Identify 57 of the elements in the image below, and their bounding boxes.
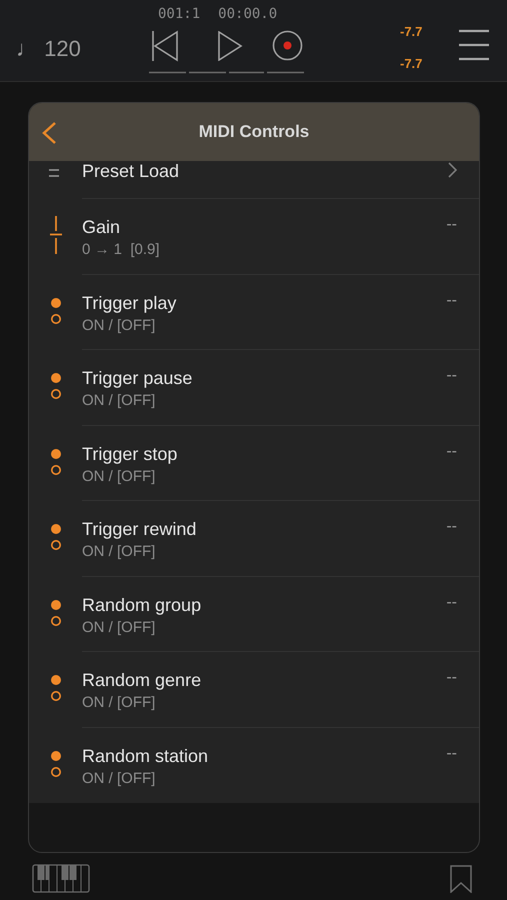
control-row[interactable]: Random group ON / [OFF] --: [29, 576, 479, 652]
level-reading: -7.7: [400, 54, 422, 72]
control-range: ON / [OFF]: [82, 391, 156, 411]
control-range: ON / [OFF]: [82, 316, 156, 336]
toggle-icon: [50, 296, 62, 324]
assignment-value: --: [446, 592, 457, 612]
fader-icon: [50, 216, 62, 254]
control-row[interactable]: Trigger rewind ON / [OFF] --: [29, 501, 479, 576]
piano-icon[interactable]: [32, 864, 90, 893]
control-row[interactable]: Gain 0 → 1 [0.9] --: [29, 199, 479, 274]
chevron-right-icon: [448, 162, 457, 178]
control-range: ON / [OFF]: [82, 466, 156, 486]
toggle-icon: [50, 674, 62, 702]
control-range: ON / [OFF]: [82, 693, 156, 713]
control-label: Preset Load: [82, 160, 180, 183]
control-row[interactable]: Trigger stop ON / [OFF] --: [29, 426, 479, 501]
toggle-icon: [50, 598, 62, 626]
control-range: ON / [OFF]: [82, 768, 156, 788]
time-display: 00:00.0: [218, 5, 278, 24]
assignment-value: --: [446, 366, 457, 386]
assignment-value: --: [446, 215, 457, 235]
assignment-value: --: [446, 744, 457, 764]
lines-icon: [49, 169, 59, 177]
assignment-value: --: [446, 442, 457, 462]
menu-row[interactable]: Preset Load: [29, 161, 479, 199]
control-row[interactable]: Random station ON / [OFF] --: [29, 728, 479, 803]
level-reading: -7.7: [400, 23, 422, 41]
control-range: ON / [OFF]: [82, 618, 156, 638]
toggle-icon: [50, 372, 62, 400]
control-row[interactable]: Trigger play ON / [OFF] --: [29, 274, 479, 350]
control-label: Trigger play: [82, 292, 176, 315]
control-range: ON / [OFF]: [82, 542, 156, 562]
control-label: Gain: [82, 216, 120, 239]
control-label: Trigger rewind: [82, 518, 196, 541]
toggle-icon: [50, 750, 62, 778]
assignment-value: --: [446, 290, 457, 310]
control-range: 0 → 1 [0.9]: [82, 240, 160, 260]
menu-icon[interactable]: [458, 29, 490, 61]
toggle-icon: [50, 523, 62, 551]
control-label: Trigger stop: [82, 442, 178, 466]
record-icon[interactable]: [272, 30, 303, 61]
control-row[interactable]: Random genre ON / [OFF] --: [29, 652, 479, 728]
bar-position: 001:1: [158, 5, 200, 24]
tempo-label[interactable]: ♩ 120: [16, 32, 81, 65]
control-label: Random genre: [82, 669, 202, 692]
back-icon[interactable]: [41, 121, 57, 145]
control-row[interactable]: Trigger pause ON / [OFF] --: [29, 350, 479, 426]
control-label: Trigger pause: [82, 367, 192, 390]
control-label: Random group: [82, 594, 202, 617]
rewind-icon[interactable]: [151, 30, 179, 62]
bookmark-icon[interactable]: [450, 865, 472, 893]
play-icon[interactable]: [217, 31, 243, 61]
control-label: Random station: [82, 744, 208, 768]
assignment-value: --: [446, 517, 457, 537]
toggle-icon: [50, 448, 62, 476]
panel-title: MIDI Controls: [198, 121, 310, 144]
assignment-value: --: [446, 668, 457, 688]
